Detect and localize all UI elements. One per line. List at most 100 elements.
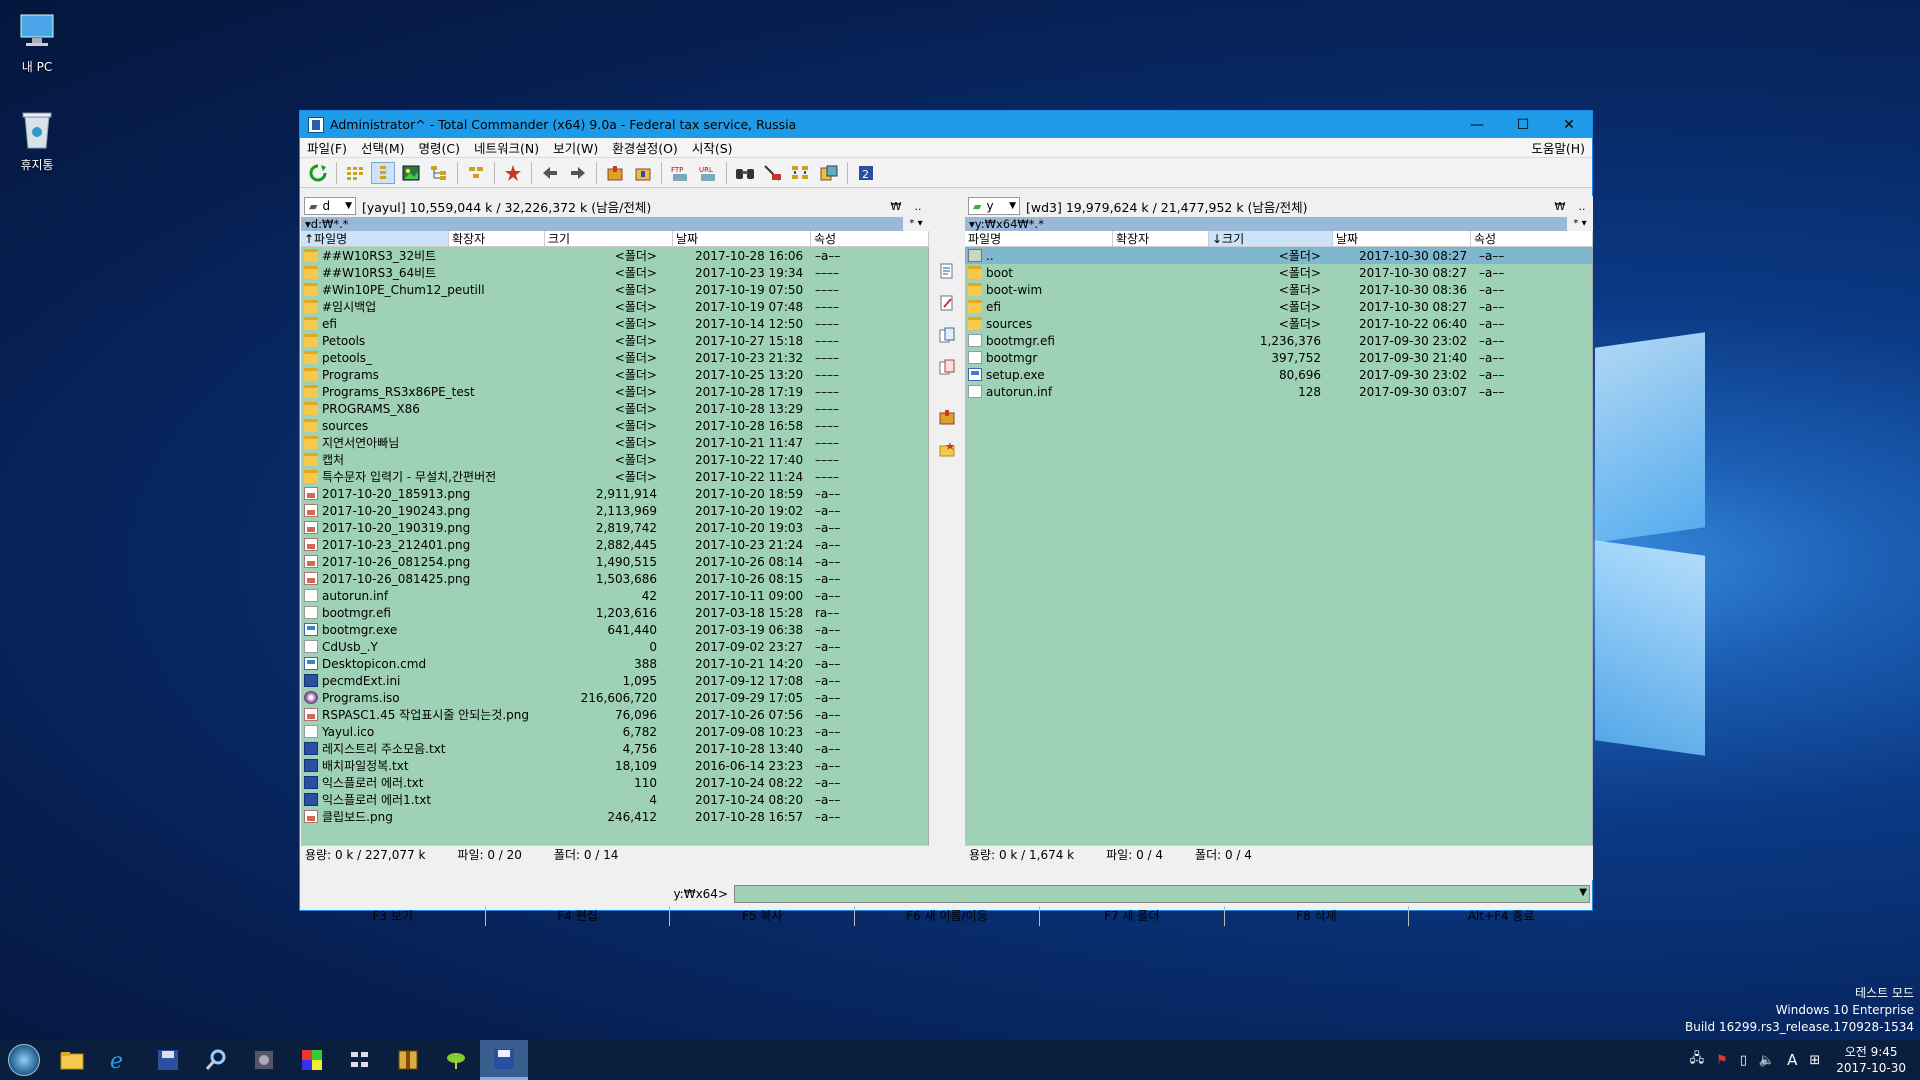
col-name[interactable]: ↑파일명 <box>301 231 449 246</box>
file-row[interactable]: Programs_RS3x86PE_test <폴더> 2017-10-28 17:… <box>301 383 928 400</box>
left-parent-button[interactable]: .. <box>907 200 929 213</box>
file-row[interactable]: 2017-10-26_081425.png 1,503,686 2017-10-26… <box>301 570 928 587</box>
find-icon[interactable] <box>733 162 757 184</box>
f4-edit-button[interactable]: F4 편집 <box>486 906 671 926</box>
chevron-down-icon[interactable]: ▼ <box>1579 887 1587 898</box>
copy-names-icon[interactable] <box>817 162 841 184</box>
file-row[interactable]: sources <폴더> 2017-10-22 06:40 –a–– <box>965 315 1592 332</box>
internet-explorer-icon[interactable]: e <box>96 1040 144 1080</box>
menu-commands[interactable]: 명령(C) <box>412 138 467 157</box>
file-row[interactable]: bootmgr.efi 1,236,376 2017-09-30 23:02 –a–– <box>965 332 1592 349</box>
file-row[interactable]: #Win10PE_Chum12_peutill <폴더> 2017-10-19 07… <box>301 281 928 298</box>
right-drive-select[interactable]: ▰ y ▼ <box>968 197 1020 215</box>
file-row[interactable]: boot-wim <폴더> 2017-10-30 08:36 –a–– <box>965 281 1592 298</box>
volume-icon[interactable]: 🔈 <box>1759 1053 1775 1068</box>
network-icon[interactable]: 🖧 <box>1690 1049 1705 1071</box>
file-row[interactable]: PROGRAMS_X86 <폴더> 2017-10-28 13:29 –––– <box>301 400 928 417</box>
command-line-input[interactable]: ▼ <box>734 885 1590 903</box>
file-row[interactable]: boot <폴더> 2017-10-30 08:27 –a–– <box>965 264 1592 281</box>
col-date[interactable]: 날짜 <box>673 231 811 246</box>
col-size[interactable]: 크기 <box>545 231 673 246</box>
rename-tool-icon[interactable] <box>761 162 785 184</box>
pack-icon[interactable] <box>603 162 627 184</box>
new-folder-icon[interactable] <box>937 439 957 459</box>
move-icon[interactable] <box>937 357 957 377</box>
ftp-icon[interactable]: FTP <box>668 162 692 184</box>
file-row[interactable]: 익스플로러 에러1.txt 4 2017-10-24 08:20 –a–– <box>301 791 928 808</box>
back-icon[interactable] <box>538 162 562 184</box>
keyboard-icon[interactable]: ⊞ <box>1809 1053 1820 1068</box>
left-root-button[interactable]: ₩ <box>885 200 907 213</box>
select-all-icon[interactable] <box>464 162 488 184</box>
file-row[interactable]: 익스플로러 에러.txt 110 2017-10-24 08:22 –a–– <box>301 774 928 791</box>
col-attr[interactable]: 속성 <box>811 231 929 246</box>
file-row[interactable]: 배치파일정복.txt 18,109 2016-06-14 23:23 –a–– <box>301 757 928 774</box>
left-path[interactable]: ▾d:₩*.* <box>301 216 903 231</box>
new-file-icon[interactable] <box>501 162 525 184</box>
ime-indicator[interactable]: A <box>1787 1051 1797 1069</box>
file-row[interactable]: petools_ <폴더> 2017-10-23 21:32 –––– <box>301 349 928 366</box>
right-path[interactable]: ▾y:₩x64₩*.* <box>965 216 1567 231</box>
file-row[interactable]: 레지스트리 주소모음.txt 4,756 2017-10-28 13:40 –a–– <box>301 740 928 757</box>
file-row[interactable]: 특수문자 입력기 - 무설치,간편버전 <폴더> 2017-10-22 11:24–… <box>301 468 928 485</box>
start-button[interactable] <box>0 1040 48 1080</box>
file-row[interactable]: #임시백업 <폴더> 2017-10-19 07:48 –––– <box>301 298 928 315</box>
file-row[interactable]: Programs <폴더> 2017-10-25 13:20 –––– <box>301 366 928 383</box>
file-row[interactable]: pecmdExt.ini 1,095 2017-09-12 17:08 –a–– <box>301 672 928 689</box>
file-explorer-icon[interactable] <box>48 1040 96 1080</box>
file-row[interactable]: 2017-10-26_081254.png 1,490,515 2017-10-26… <box>301 553 928 570</box>
archive-icon[interactable] <box>384 1040 432 1080</box>
col-date[interactable]: 날짜 <box>1333 231 1471 246</box>
usb-icon[interactable]: ▯ <box>1740 1053 1747 1068</box>
refresh-icon[interactable] <box>306 162 330 184</box>
file-row[interactable]: efi <폴더> 2017-10-30 08:27 –a–– <box>965 298 1592 315</box>
col-ext[interactable]: 확장자 <box>1113 231 1209 246</box>
full-view-icon[interactable] <box>371 161 395 184</box>
f7-new-folder-button[interactable]: F7 새 폴더 <box>1040 906 1225 926</box>
file-row[interactable]: CdUsb_.Y 0 2017-09-02 23:27 –a–– <box>301 638 928 655</box>
file-row[interactable]: autorun.inf 42 2017-10-11 09:00 –a–– <box>301 587 928 604</box>
view-icon[interactable] <box>937 261 957 281</box>
save-icon[interactable] <box>144 1040 192 1080</box>
editor-icon[interactable]: 2 <box>854 162 878 184</box>
f5-copy-button[interactable]: F5 복사 <box>670 906 856 926</box>
file-row[interactable]: bootmgr.efi 1,203,616 2017-03-18 15:28 ra–– <box>301 604 928 621</box>
desktop-icon-this-pc[interactable]: 내 PC <box>0 10 77 75</box>
menu-help[interactable]: 도움말(H) <box>1524 138 1592 157</box>
menu-configuration[interactable]: 환경설정(O) <box>605 138 685 157</box>
alt-f4-exit-button[interactable]: Alt+F4 종료 <box>1409 906 1593 926</box>
menu-file[interactable]: 파일(F) <box>300 138 354 157</box>
tree-view-icon[interactable] <box>427 162 451 184</box>
color-icon[interactable] <box>288 1040 336 1080</box>
file-row[interactable]: Petools <폴더> 2017-10-27 15:18 –––– <box>301 332 928 349</box>
file-row[interactable]: 2017-10-20_190243.png 2,113,969 2017-10-20… <box>301 502 928 519</box>
col-attr[interactable]: 속성 <box>1471 231 1593 246</box>
unpack-icon[interactable] <box>631 162 655 184</box>
maximize-button[interactable]: ☐ <box>1500 111 1546 138</box>
total-commander-icon[interactable] <box>480 1040 528 1080</box>
col-size[interactable]: ↓크기 <box>1209 231 1333 246</box>
col-name[interactable]: 파일명 <box>965 231 1113 246</box>
menu-net[interactable]: 네트워크(N) <box>467 138 546 157</box>
app-icon[interactable] <box>240 1040 288 1080</box>
file-row[interactable]: Yayul.ico 6,782 2017-09-08 10:23 –a–– <box>301 723 928 740</box>
menu-show[interactable]: 보기(W) <box>546 138 605 157</box>
file-row[interactable]: 클립보드.png 246,412 2017-10-28 16:57 –a–– <box>301 808 928 825</box>
file-row[interactable]: ##W10RS3_64비트 <폴더> 2017-10-23 19:34 –––– <box>301 264 928 281</box>
file-row[interactable]: bootmgr 397,752 2017-09-30 21:40 –a–– <box>965 349 1592 366</box>
file-row[interactable]: .. <폴더> 2017-10-30 08:27 –a–– <box>965 247 1592 264</box>
grid-icon[interactable] <box>336 1040 384 1080</box>
flag-icon[interactable]: ⚑ <box>1716 1053 1728 1068</box>
right-file-list[interactable]: .. <폴더> 2017-10-30 08:27 –a–– boot <폴더> 2017-1… <box>965 247 1593 845</box>
menu-mark[interactable]: 선택(M) <box>354 138 412 157</box>
sync-icon[interactable] <box>789 162 813 184</box>
brief-view-icon[interactable] <box>343 162 367 184</box>
close-button[interactable]: ✕ <box>1546 111 1592 138</box>
file-row[interactable]: setup.exe 80,696 2017-09-30 23:02 –a–– <box>965 366 1592 383</box>
left-file-list[interactable]: ##W10RS3_32비트 <폴더> 2017-10-28 16:06 –a–– ##W… <box>301 247 929 845</box>
right-filter-button[interactable]: * ▾ <box>1567 218 1593 229</box>
file-row[interactable]: autorun.inf 128 2017-09-30 03:07 –a–– <box>965 383 1592 400</box>
url-icon[interactable]: URL <box>696 162 720 184</box>
leaf-icon[interactable] <box>432 1040 480 1080</box>
thumbnail-icon[interactable] <box>399 162 423 184</box>
